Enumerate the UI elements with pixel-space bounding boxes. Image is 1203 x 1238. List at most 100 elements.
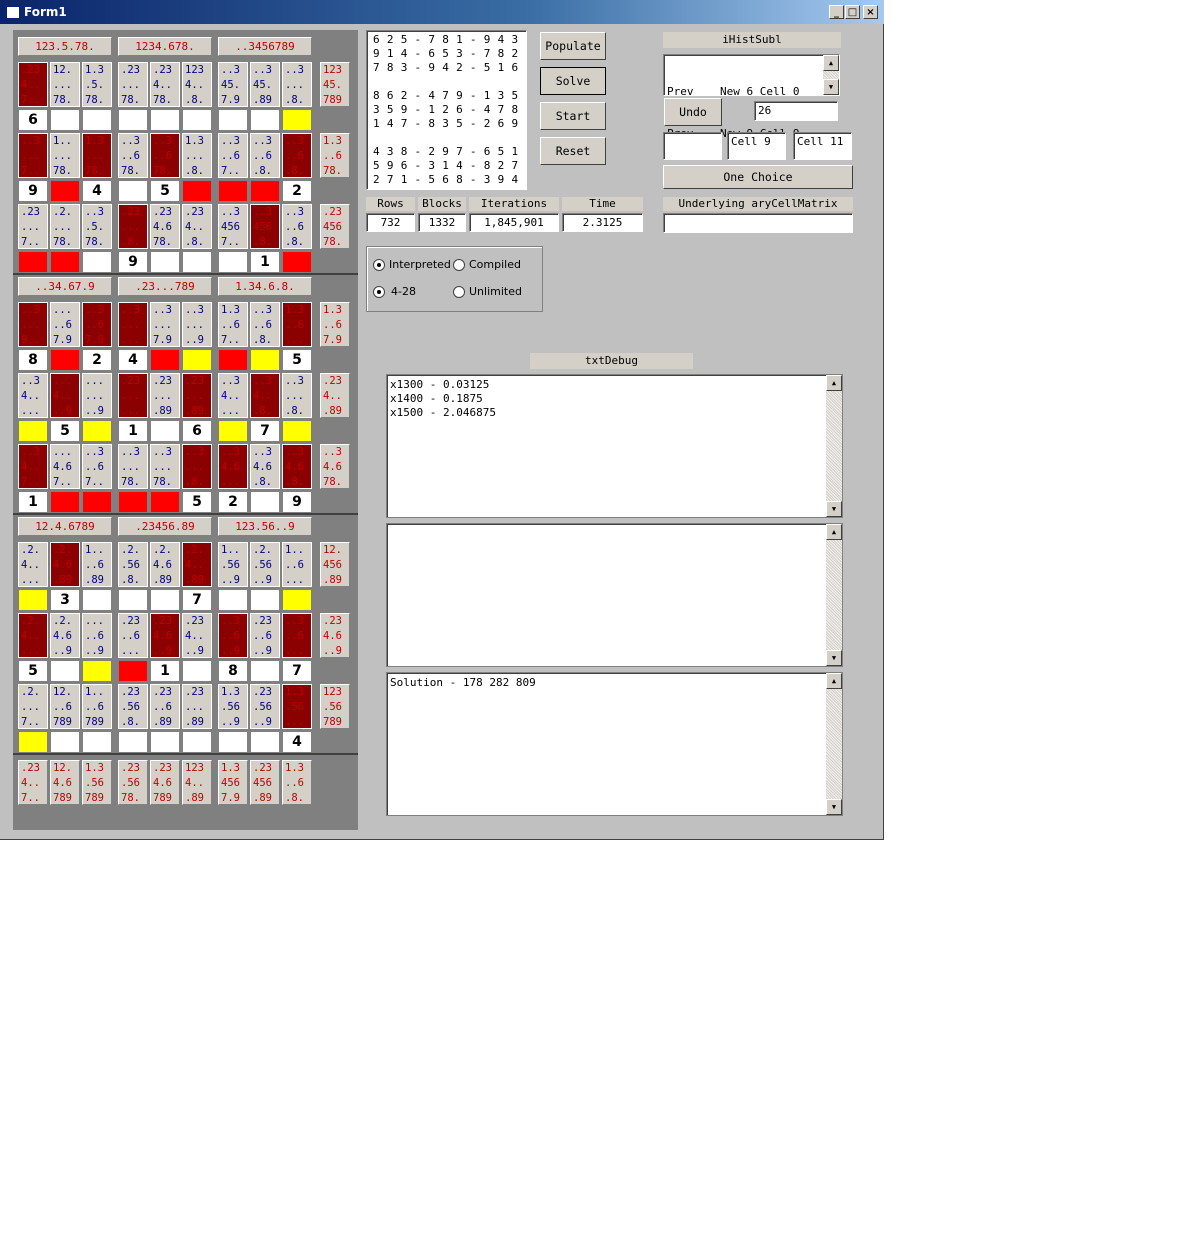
hist-item[interactable]: Prev New 6 Cell 0 (667, 85, 799, 99)
value-cell[interactable] (50, 180, 80, 202)
hist-scrollbar[interactable]: ▲ ▼ (823, 55, 839, 95)
value-cell[interactable]: 9 (118, 251, 148, 273)
value-cell[interactable] (250, 589, 280, 611)
candidate-cell[interactable]: .2. .56 ..9 (250, 542, 280, 587)
hist-list[interactable]: Prev New 6 Cell 0 Prev New 9 Cell 9 ▲ ▼ (663, 54, 840, 140)
candidate-cell[interactable]: 1.. ..6.89 (82, 542, 112, 587)
scroll-down-icon[interactable]: ▼ (826, 501, 842, 517)
candidate-cell[interactable]: ..3 45. .89 (250, 62, 280, 107)
value-cell[interactable]: 6 (18, 109, 48, 131)
candidate-cell[interactable]: 1.3 ..6 7.. (218, 302, 248, 347)
value-cell[interactable] (118, 109, 148, 131)
value-cell[interactable] (218, 180, 248, 202)
value-cell[interactable] (250, 109, 280, 131)
candidate-cell[interactable]: ..3... 78. (118, 444, 148, 489)
candidate-cell[interactable]: 1.3 ..6... (282, 302, 312, 347)
value-cell[interactable] (182, 180, 212, 202)
candidate-cell[interactable]: 1..... 78. (50, 133, 80, 178)
value-cell[interactable] (118, 180, 148, 202)
candidate-cell[interactable]: ... ..6 ..9 (82, 613, 112, 658)
candidate-cell[interactable]: 1.3.5. 78. (82, 62, 112, 107)
value-cell[interactable] (118, 491, 148, 513)
candidate-cell[interactable]: ..3 4.6.8. (282, 444, 312, 489)
range-radio[interactable] (373, 286, 385, 298)
candidate-cell[interactable]: .23 4.6 78. (150, 204, 180, 249)
candidate-cell[interactable]: 12.... 78. (50, 62, 80, 107)
value-cell[interactable] (282, 420, 312, 442)
candidate-cell[interactable]: .23 ..6... (118, 613, 148, 658)
value-cell[interactable] (250, 180, 280, 202)
value-cell[interactable] (82, 731, 112, 753)
value-cell[interactable] (150, 109, 180, 131)
interpreted-radio[interactable] (373, 259, 385, 271)
value-cell[interactable] (218, 589, 248, 611)
value-cell[interactable]: 7 (250, 420, 280, 442)
candidate-cell[interactable]: .23.56 ..9 (250, 684, 280, 729)
populate-button[interactable]: Populate (540, 32, 606, 60)
reset-button[interactable]: Reset (540, 137, 606, 165)
value-cell[interactable] (182, 109, 212, 131)
candidate-cell[interactable]: .2. 4.6 ..9 (50, 613, 80, 658)
value-cell[interactable]: 4 (82, 180, 112, 202)
value-cell[interactable]: 8 (218, 660, 248, 682)
debug-log-3-scrollbar[interactable]: ▲ ▼ (826, 673, 842, 815)
candidate-cell[interactable]: .23... .8. (118, 204, 148, 249)
value-cell[interactable] (250, 491, 280, 513)
value-cell[interactable] (282, 109, 312, 131)
candidate-cell[interactable]: .23.56.8. (118, 684, 148, 729)
candidate-cell[interactable]: 1.. ..6 789 (82, 684, 112, 729)
candidate-cell[interactable]: 12. ..6 789 (50, 684, 80, 729)
compiled-radio[interactable] (453, 259, 465, 271)
scroll-up-icon[interactable]: ▲ (826, 524, 842, 540)
value-cell[interactable]: 2 (218, 491, 248, 513)
value-cell[interactable]: 9 (282, 491, 312, 513)
value-cell[interactable] (182, 660, 212, 682)
candidate-cell[interactable]: ... ..6 7.9 (50, 302, 80, 347)
value-cell[interactable]: 2 (82, 349, 112, 371)
value-cell[interactable] (150, 589, 180, 611)
value-cell[interactable]: 5 (150, 180, 180, 202)
debug-log-1[interactable]: x1300 - 0.03125 x1400 - 0.1875 x1500 - 2… (386, 374, 843, 518)
candidate-cell[interactable]: ..3... .8. (282, 62, 312, 107)
candidate-cell[interactable]: ..3 ..6 7.9 (82, 302, 112, 347)
candidate-cell[interactable]: 1.. ..6... (282, 542, 312, 587)
candidate-cell[interactable]: ..3 4.6... (218, 444, 248, 489)
value-cell[interactable]: 7 (282, 660, 312, 682)
debug-log-2[interactable]: ▲ ▼ (386, 523, 843, 667)
candidate-cell[interactable]: .2. 4..... (18, 613, 48, 658)
value-cell[interactable]: 2 (282, 180, 312, 202)
value-cell[interactable] (50, 109, 80, 131)
scroll-up-icon[interactable]: ▲ (823, 55, 839, 71)
candidate-cell[interactable]: ..3... 9.. (18, 302, 48, 347)
rows-value[interactable]: 732 (366, 213, 415, 232)
value-cell[interactable] (150, 251, 180, 273)
value-cell[interactable] (18, 251, 48, 273)
one-choice-button[interactable]: One Choice (663, 165, 853, 189)
candidate-cell[interactable]: .23 4.6 ..9 (150, 613, 180, 658)
candidate-cell[interactable]: ..3 ..6 7.. (82, 444, 112, 489)
debug-log-2-scrollbar[interactable]: ▲ ▼ (826, 524, 842, 666)
value-cell[interactable]: 6 (182, 420, 212, 442)
value-cell[interactable]: 9 (18, 180, 48, 202)
value-cell[interactable] (50, 660, 80, 682)
debug-log-3[interactable]: Solution - 178 282 809 ▲ ▼ (386, 672, 843, 816)
value-cell[interactable] (118, 660, 148, 682)
value-cell[interactable] (82, 589, 112, 611)
candidate-cell[interactable]: ..3 4..... (218, 373, 248, 418)
value-cell[interactable] (182, 731, 212, 753)
candidate-cell[interactable]: ..3 ..6... (282, 613, 312, 658)
candidate-cell[interactable]: .23... 78. (118, 62, 148, 107)
candidate-cell[interactable]: ..3...... (118, 302, 148, 347)
cell-a-field[interactable]: Cell 9 (727, 132, 786, 160)
candidate-cell[interactable]: ...... ..9 (82, 373, 112, 418)
value-cell[interactable] (250, 731, 280, 753)
candidate-cell[interactable]: ..3 456 7.. (218, 204, 248, 249)
solve-button[interactable]: Solve (540, 67, 606, 95)
value-cell[interactable] (50, 491, 80, 513)
candidate-cell[interactable]: ..3 456.8. (250, 204, 280, 249)
value-cell[interactable] (150, 731, 180, 753)
candidate-cell[interactable]: ..3 ..6.8. (250, 133, 280, 178)
undo-count-field[interactable]: 26 (754, 101, 838, 121)
candidate-cell[interactable]: ... 4.. ..9 (50, 373, 80, 418)
value-cell[interactable] (218, 349, 248, 371)
